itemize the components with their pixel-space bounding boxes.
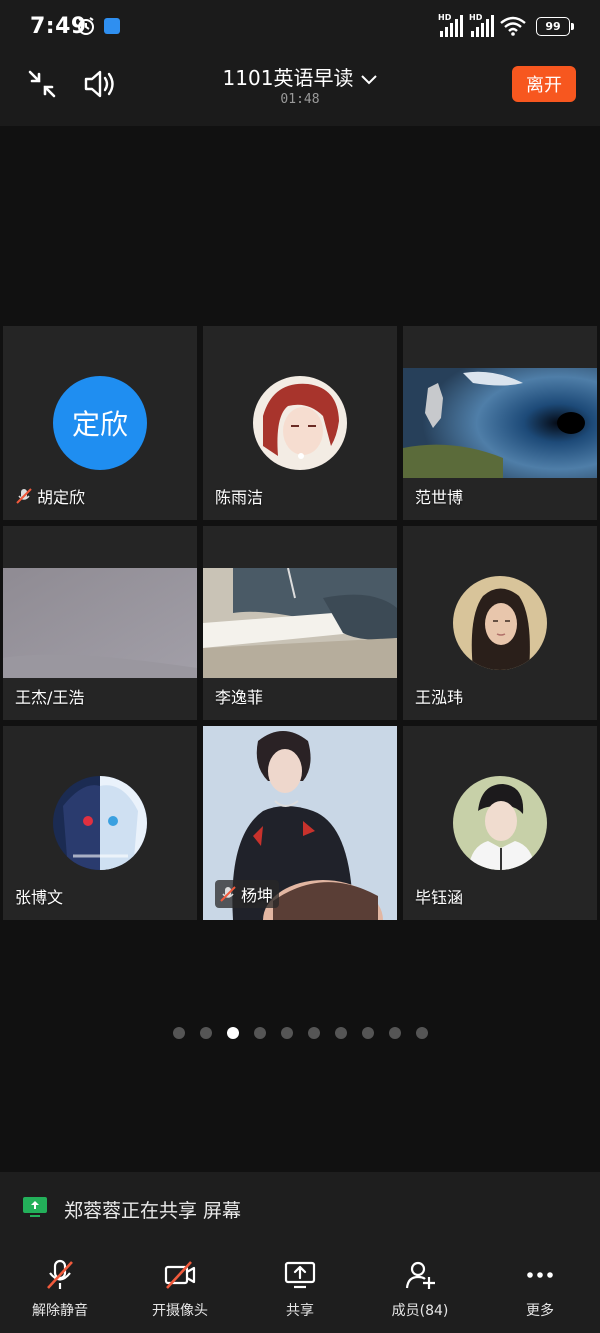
name-chip: 杨坤 [215,880,280,908]
participant-name-row: 王杰/王浩 [15,684,84,708]
participant-name-row: 杨坤 [215,880,280,908]
meeting-timer: 01:48 [280,92,320,107]
participant-grid: 定欣 胡定欣 陈雨洁 范世博 王杰/王浩 李逸菲 王泓玮 张博文 杨坤 毕钰涵 [3,326,597,920]
meeting-title-text: 1101英语早读 [222,66,354,90]
participant-name: 王泓玮 [415,688,464,707]
avatar-initials: 定欣 [53,376,147,470]
unmute-button[interactable]: 解除静音 [0,1244,120,1333]
page-dot[interactable] [172,1027,185,1039]
meeting-header: 1101英语早读 01:48 离开 [0,52,600,126]
more-icon [527,1272,553,1278]
participant-name-row: 李逸菲 [215,684,263,708]
avatar [453,776,547,870]
participant-name: 范世博 [415,488,464,507]
participant-name: 陈雨洁 [215,488,264,507]
mic-muted-icon [220,886,236,902]
video-feed [3,568,197,678]
signal-hd-label: HD [438,13,452,22]
page-indicator [0,1027,600,1039]
participant-name: 王杰/王浩 [15,688,85,707]
video-feed [203,568,397,678]
add-member-icon [405,1261,435,1289]
participant-name: 张博文 [15,888,64,907]
participant-tile[interactable]: 定欣 胡定欣 [3,326,197,520]
screen-share-icon [23,1197,47,1217]
signal-icon: HD [438,13,463,37]
participant-tile[interactable]: 王泓玮 [403,526,597,720]
participant-name-row: 王泓玮 [415,684,463,708]
page-dot[interactable] [388,1027,401,1039]
share-label: 共享 [286,1303,314,1319]
participant-tile[interactable]: 杨坤 [203,726,397,920]
participant-tile[interactable]: 李逸菲 [203,526,397,720]
meeting-title[interactable]: 1101英语早读 [0,62,600,91]
app-notification-icon [104,18,120,34]
signal-hd-label-2: HD [469,13,483,22]
wifi-icon [500,16,526,36]
unmute-label: 解除静音 [32,1303,88,1319]
more-label: 更多 [526,1303,554,1319]
screen-share-banner[interactable]: 郑蓉蓉正在共享 屏幕 [0,1172,600,1244]
camera-button[interactable]: 开摄像头 [120,1244,240,1333]
members-button[interactable]: 成员(84) [360,1244,480,1333]
participant-tile[interactable]: 毕钰涵 [403,726,597,920]
alarm-icon [78,17,94,35]
battery-icon: 99 [536,16,574,36]
page-dot[interactable] [280,1027,293,1039]
page-dot[interactable] [199,1027,212,1039]
camera-label: 开摄像头 [152,1303,208,1319]
share-screen-icon [284,1261,316,1289]
page-dot[interactable] [307,1027,320,1039]
mic-muted-icon [16,488,32,504]
participant-tile[interactable]: 王杰/王浩 [3,526,197,720]
participant-tile[interactable]: 陈雨洁 [203,326,397,520]
page-dot[interactable] [334,1027,347,1039]
share-button[interactable]: 共享 [240,1244,360,1333]
page-dot[interactable] [253,1027,266,1039]
mic-off-icon [47,1259,73,1289]
participant-tile[interactable]: 张博文 [3,726,197,920]
page-dot[interactable] [415,1027,428,1039]
bottom-toolbar: 解除静音 开摄像头 共享 成员(84) 更多 [0,1244,600,1333]
members-label: 成员(84) [391,1303,449,1319]
participant-name: 杨坤 [241,886,274,905]
status-indicators: HD HD 99 [438,13,574,38]
more-button[interactable]: 更多 [480,1244,600,1333]
video-feed [403,368,597,478]
chevron-down-icon [361,74,378,84]
participant-name-row: 毕钰涵 [415,884,463,908]
page-dot-active[interactable] [226,1027,239,1039]
avatar [253,376,347,470]
participant-name-row: 胡定欣 [15,484,85,508]
avatar [53,776,147,870]
leave-button[interactable]: 离开 [512,66,576,102]
page-dot[interactable] [361,1027,374,1039]
participant-name-row: 张博文 [15,884,63,908]
participant-tile[interactable]: 范世博 [403,326,597,520]
signal-icon-2: HD [469,13,494,37]
avatar [453,576,547,670]
participant-name: 李逸菲 [215,688,264,707]
participant-name: 胡定欣 [37,488,86,507]
screen-share-text: 郑蓉蓉正在共享 屏幕 [64,1200,242,1222]
participant-name-row: 陈雨洁 [215,484,263,508]
status-bar: 7:49 HD HD 99 [0,0,600,52]
camera-off-icon [164,1261,196,1289]
participant-name-row: 范世博 [415,484,463,508]
participant-name: 毕钰涵 [415,888,464,907]
